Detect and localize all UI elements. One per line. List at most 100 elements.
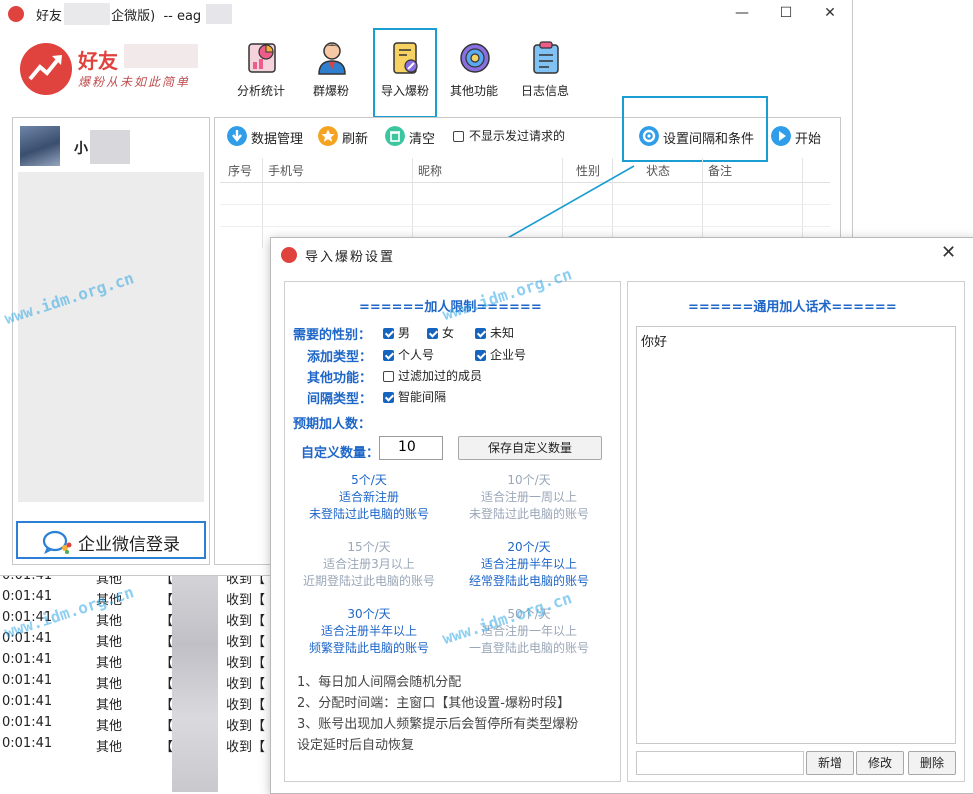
toolbar-label: 分析统计	[236, 84, 285, 98]
limit-group: ======加人限制====== 需要的性别： 男 女 未知 添加类型： 个人号…	[284, 281, 621, 782]
add-button[interactable]: 新增	[806, 751, 854, 775]
log-cell: 0:01:41	[2, 673, 53, 688]
log-cell: 0:01:41	[2, 652, 53, 667]
script-textarea[interactable]: 你好	[636, 326, 956, 744]
log-row[interactable]: 0:01:41其他【收到【	[0, 629, 272, 650]
log-cell: 0:01:41	[2, 736, 53, 751]
log-cell: 收到【	[226, 719, 266, 734]
log-cell: 0:01:41	[2, 589, 53, 604]
star-icon	[318, 126, 338, 146]
hide-sent-checkbox[interactable]: 不显示发过请求的	[453, 129, 565, 151]
divider	[802, 158, 803, 248]
settings-highlight	[622, 96, 768, 162]
maximize-button[interactable]: ☐	[772, 4, 800, 24]
log-cell: 收到【	[226, 635, 266, 650]
toolbar-other-functions[interactable]: 其他功能	[443, 38, 505, 100]
other-label: 其他功能：	[307, 371, 373, 386]
play-icon	[771, 126, 791, 146]
log-cell: 收到【	[226, 677, 266, 692]
toolbar-log-info[interactable]: 日志信息	[514, 38, 576, 100]
type-enterprise-checkbox[interactable]: 企业号	[475, 346, 526, 363]
toolbar-label: 导入爆粉	[380, 84, 429, 98]
script-group: ======通用加人话术====== 你好 新增 修改 删除	[627, 281, 965, 782]
column-header: 状态	[646, 164, 671, 178]
delete-button[interactable]: 删除	[908, 751, 956, 775]
log-row[interactable]: 0:01:41其他【收到【	[0, 692, 272, 713]
title-bar: 好友 (企微版) -- eag — ☐ ✕	[0, 0, 852, 28]
app-logo-icon	[281, 247, 297, 263]
wecom-icon	[42, 530, 72, 554]
type-personal-checkbox[interactable]: 个人号	[383, 346, 434, 363]
redacted-area	[124, 44, 198, 68]
gender-label: 需要的性别：	[293, 328, 372, 343]
log-cell: 其他	[96, 635, 123, 650]
expected-label: 预期加人数：	[293, 417, 372, 432]
column-header: 手机号	[268, 164, 305, 178]
log-cell: 其他	[96, 698, 123, 713]
gender-unknown-checkbox[interactable]: 未知	[475, 324, 514, 341]
log-row[interactable]: 0:01:41其他【收到【	[0, 587, 272, 608]
import-settings-dialog: 导入爆粉设置 ✕ ======加人限制====== 需要的性别： 男 女 未知 …	[270, 237, 973, 794]
log-row[interactable]: 0:01:41其他【收到【	[0, 713, 272, 734]
log-cell: 其他	[96, 656, 123, 671]
close-button[interactable]: ✕	[816, 4, 844, 24]
avatar	[20, 126, 60, 166]
toolbar-group-fans[interactable]: 群爆粉	[300, 38, 362, 100]
log-row[interactable]: 0:01:41其他【收到【	[0, 671, 272, 692]
type-label: 添加类型：	[307, 350, 373, 365]
save-custom-button[interactable]: 保存自定义数量	[458, 436, 602, 460]
account-panel: 小 企业微信登录	[12, 117, 210, 565]
preset-20[interactable]: 20个/天 适合注册半年以上 经常登陆此电脑的账号	[449, 539, 609, 590]
toolbar-label: 其他功能	[449, 84, 498, 98]
log-row[interactable]: 0:01:41其他【收到【	[0, 650, 272, 671]
divider	[412, 158, 413, 248]
log-cell: 其他	[96, 719, 123, 734]
preset-15[interactable]: 15个/天 适合注册3月以上 近期登陆过此电脑的账号	[289, 539, 449, 590]
redacted-area	[172, 572, 218, 792]
log-cell: 收到【	[226, 698, 266, 713]
custom-label: 自定义数量：	[301, 446, 380, 461]
log-cell: 0:01:41	[2, 715, 53, 730]
gender-male-checkbox[interactable]: 男	[383, 324, 410, 341]
log-row[interactable]: 0:01:41其他【收到【	[0, 734, 272, 755]
log-cell: 收到【	[226, 593, 266, 608]
account-name: 小	[74, 141, 88, 157]
filter-added-checkbox[interactable]: 过滤加过的成员	[383, 367, 482, 384]
log-cell: 收到【	[226, 740, 266, 755]
log-cell: 其他	[96, 614, 123, 629]
account-item[interactable]: 小	[18, 122, 204, 172]
note-line: 2、分配时间端：主窗口【其他设置-爆粉时段】	[297, 696, 570, 711]
user-group-icon	[318, 42, 346, 75]
preset-10[interactable]: 10个/天 适合注册一周以上 未登陆过此电脑的账号	[449, 472, 609, 523]
log-cell: 其他	[96, 740, 123, 755]
preset-5[interactable]: 5个/天 适合新注册 未登陆过此电脑的账号	[289, 472, 449, 523]
close-icon[interactable]: ✕	[941, 242, 956, 263]
redacted-area	[90, 130, 130, 164]
toolbar-analytics[interactable]: 分析统计	[230, 38, 292, 100]
log-cell: 收到【	[226, 614, 266, 629]
wecom-login-button[interactable]: 企业微信登录	[16, 521, 206, 559]
minimize-button[interactable]: —	[728, 4, 756, 24]
dialog-title: 导入爆粉设置	[305, 250, 396, 265]
brand-title: 好友	[78, 49, 118, 73]
toolbar-label: 日志信息	[520, 84, 569, 98]
trash-icon	[385, 126, 405, 146]
toolbar-label: 群爆粉	[312, 84, 349, 98]
toolbar-import-fans[interactable]: 导入爆粉	[374, 38, 436, 100]
custom-count-input[interactable]	[379, 436, 443, 460]
smart-interval-checkbox[interactable]: 智能间隔	[383, 388, 446, 405]
brand-logo-icon	[20, 43, 72, 95]
analytics-icon	[248, 43, 276, 73]
script-input[interactable]	[636, 751, 804, 775]
note-line: 1、每日加人间隔会随机分配	[297, 675, 462, 690]
gear-icon	[460, 43, 490, 73]
preset-30[interactable]: 30个/天 适合注册半年以上 频繁登陆此电脑的账号	[289, 606, 449, 657]
column-header: 备注	[708, 164, 733, 178]
log-cell: 0:01:41	[2, 694, 53, 709]
checkbox[interactable]	[453, 131, 464, 142]
note-line: 设定延时后自动恢复	[297, 738, 415, 753]
import-note-icon	[393, 42, 418, 74]
edit-button[interactable]: 修改	[856, 751, 904, 775]
gender-female-checkbox[interactable]: 女	[427, 324, 454, 341]
custom-count-field[interactable]	[380, 437, 442, 457]
